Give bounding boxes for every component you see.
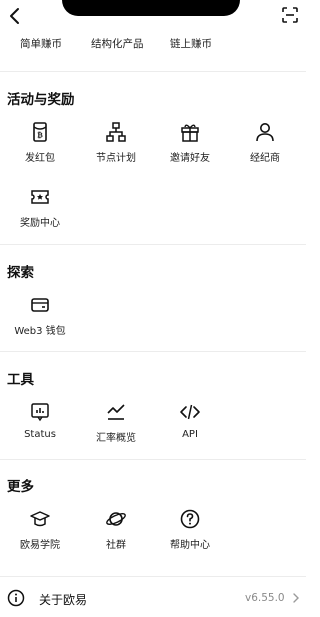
about-label: 关于欧易 [39,593,88,607]
code-brackets-icon [180,404,200,420]
planet-icon [106,512,126,526]
divider [0,459,306,460]
grid-item-label: 经纪商 [250,153,280,164]
grid-item-label: Web3 钱包 [14,326,66,337]
grid-item-label: 节点计划 [96,153,136,164]
divider [0,576,306,577]
section-title-more: 更多 [7,479,34,495]
grid-item-label: 社群 [106,540,126,551]
graduation-cap-icon [30,511,50,527]
grid-item-exchange-rates[interactable]: 汇率概览 [78,401,154,449]
svg-text:₿: ₿ [37,132,43,140]
grid-item-label: 帮助中心 [170,540,210,551]
grid-item-label: 发红包 [25,153,55,164]
grid-item-label: 奖励中心 [20,218,60,229]
grid-item-node-plan[interactable]: 节点计划 [78,121,154,169]
red-packet-icon: ₿ [33,122,47,142]
grid-item-label: 邀请好友 [170,153,210,164]
node-network-icon [106,122,126,142]
grid-item-okx-academy[interactable]: 欧易学院 [2,508,78,556]
status-bar-notch [62,0,240,16]
section-title-activities: 活动与奖励 [7,92,75,108]
grid-item-broker[interactable]: 经纪商 [227,121,303,169]
trend-line-icon [107,404,125,420]
grid-item-status[interactable]: Status [2,401,78,449]
about-row[interactable]: 关于欧易 v6.55.0 [0,578,306,617]
back-arrow-icon[interactable] [6,6,24,26]
grid-item-rewards-center[interactable]: 奖励中心 [2,186,78,234]
scan-icon[interactable] [281,6,299,24]
divider [0,351,306,352]
grid-item-label: 汇率概览 [96,433,136,444]
top-item-structured-products[interactable]: 结构化产品 [91,36,144,51]
wallet-icon [31,298,49,312]
version-text: v6.55.0 [245,592,285,604]
grid-item-red-packet[interactable]: ₿ 发红包 [2,121,78,169]
section-title-tools: 工具 [7,372,34,388]
divider [0,244,306,245]
top-item-onchain-earn[interactable]: 链上赚币 [170,36,212,51]
chevron-right-icon [293,593,299,603]
grid-item-label: Status [24,429,56,440]
grid-item-invite-friends[interactable]: 邀请好友 [152,121,228,169]
person-icon [256,123,274,142]
status-chart-icon [31,403,49,422]
grid-item-label: API [182,429,198,440]
grid-item-community[interactable]: 社群 [78,508,154,556]
section-title-explore: 探索 [7,265,34,281]
ticket-icon [31,190,49,204]
grid-item-help-center[interactable]: 帮助中心 [152,508,228,556]
earn-products-row: 简单赚币 结构化产品 链上赚币 [0,36,306,56]
divider [0,71,306,72]
gift-icon [181,124,199,142]
top-item-simple-earn[interactable]: 简单赚币 [20,36,62,51]
grid-item-web3-wallet[interactable]: Web3 钱包 [2,294,78,342]
help-circle-icon [180,509,200,529]
info-icon [7,589,25,607]
grid-item-api[interactable]: API [152,401,228,449]
grid-item-label: 欧易学院 [20,540,60,551]
